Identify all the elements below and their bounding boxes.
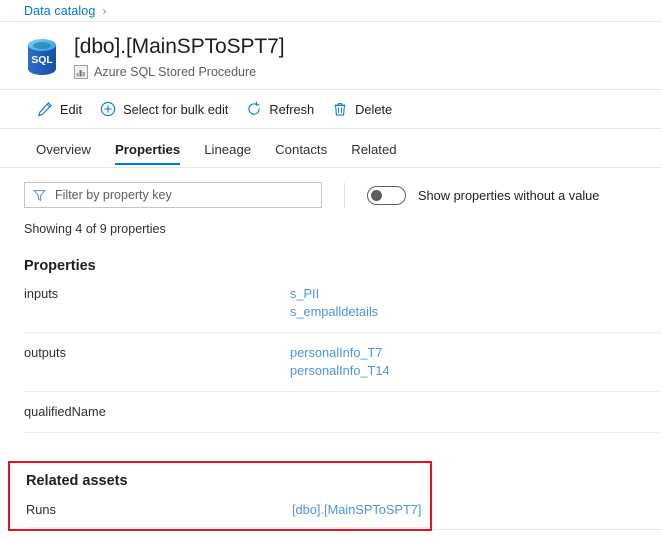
breadcrumb-item-data-catalog[interactable]: Data catalog xyxy=(24,4,95,18)
property-value-link[interactable]: s_PII xyxy=(290,285,378,303)
asset-header: SQL [dbo].[MainSPToSPT7] Azure SQL Store… xyxy=(0,22,661,89)
funnel-icon xyxy=(33,189,46,202)
page-title: [dbo].[MainSPToSPT7] xyxy=(74,35,285,58)
chevron-right-icon: › xyxy=(102,3,107,18)
asset-title-group: [dbo].[MainSPToSPT7] Azure SQL Stored Pr… xyxy=(74,34,285,79)
asset-type-icon xyxy=(74,65,88,79)
property-values: s_PII s_empalldetails xyxy=(290,285,378,321)
tab-properties-label: Properties xyxy=(114,142,181,157)
properties-section-title: Properties xyxy=(24,258,96,274)
tab-overview-label: Overview xyxy=(36,142,91,157)
table-row: Runs [dbo].[MainSPToSPT7] xyxy=(26,489,430,528)
select-for-bulk-edit-button[interactable]: Select for bulk edit xyxy=(91,94,237,124)
property-key: inputs xyxy=(24,286,59,301)
filter-separator xyxy=(344,183,345,207)
refresh-button[interactable]: Refresh xyxy=(237,94,323,124)
circle-plus-icon xyxy=(100,101,116,117)
property-value-link[interactable]: s_empalldetails xyxy=(290,303,378,321)
delete-button-label: Delete xyxy=(355,101,393,117)
toggle-knob xyxy=(371,189,382,201)
properties-count-status: Showing 4 of 9 properties xyxy=(24,222,166,236)
tab-lineage[interactable]: Lineage xyxy=(194,142,261,167)
table-row: qualifiedName xyxy=(24,392,661,433)
edit-button[interactable]: Edit xyxy=(28,94,91,124)
related-asset-key: Runs xyxy=(26,502,56,517)
property-key: outputs xyxy=(24,345,66,360)
refresh-button-label: Refresh xyxy=(269,101,315,117)
svg-text:SQL: SQL xyxy=(31,54,53,66)
property-value-link[interactable]: personalInfo_T14 xyxy=(290,362,390,380)
tab-lineage-label: Lineage xyxy=(204,142,252,157)
toggle-switch[interactable] xyxy=(367,185,406,205)
delete-button[interactable]: Delete xyxy=(323,94,401,124)
trash-icon xyxy=(332,101,348,117)
tab-properties[interactable]: Properties xyxy=(105,142,190,167)
select-for-bulk-edit-button-label: Select for bulk edit xyxy=(123,101,229,117)
filter-row: Show properties without a value xyxy=(0,168,661,208)
tab-contacts-label: Contacts xyxy=(275,142,328,157)
related-assets-panel: Related assets Runs [dbo].[MainSPToSPT7] xyxy=(8,461,432,531)
related-assets-title: Related assets xyxy=(26,473,128,489)
table-row: inputs s_PII s_empalldetails xyxy=(24,274,661,333)
asset-subtitle: Azure SQL Stored Procedure xyxy=(74,65,284,79)
filter-input-wrapper[interactable] xyxy=(24,182,322,208)
search-input[interactable] xyxy=(53,187,313,203)
tab-contacts[interactable]: Contacts xyxy=(265,142,337,167)
sql-database-icon: SQL xyxy=(22,36,62,78)
refresh-icon xyxy=(246,101,262,117)
pencil-icon xyxy=(37,101,53,117)
tab-overview[interactable]: Overview xyxy=(26,142,101,167)
breadcrumb: Data catalog › xyxy=(0,0,661,22)
related-asset-link[interactable]: [dbo].[MainSPToSPT7] xyxy=(292,502,421,517)
table-row: outputs personalInfo_T7 personalInfo_T14 xyxy=(24,333,661,392)
property-values: personalInfo_T7 personalInfo_T14 xyxy=(290,344,390,380)
asset-type-label: Azure SQL Stored Procedure xyxy=(94,65,257,79)
asset-details-page: Data catalog › SQL [dbo].[MainSPToSPT7] … xyxy=(0,0,661,539)
edit-button-label: Edit xyxy=(60,101,83,117)
toggle-label: Show properties without a value xyxy=(418,187,600,203)
show-empty-properties-toggle[interactable]: Show properties without a value xyxy=(367,185,600,205)
property-value-link[interactable]: personalInfo_T7 xyxy=(290,344,390,362)
property-key: qualifiedName xyxy=(24,404,106,419)
command-bar: Edit Select for bulk edit Refresh Delete xyxy=(0,90,661,128)
tab-related[interactable]: Related xyxy=(341,142,406,167)
tab-list: Overview Properties Lineage Contacts Rel… xyxy=(0,129,661,167)
tab-related-label: Related xyxy=(351,142,397,157)
page-bottom-divider xyxy=(432,529,661,530)
